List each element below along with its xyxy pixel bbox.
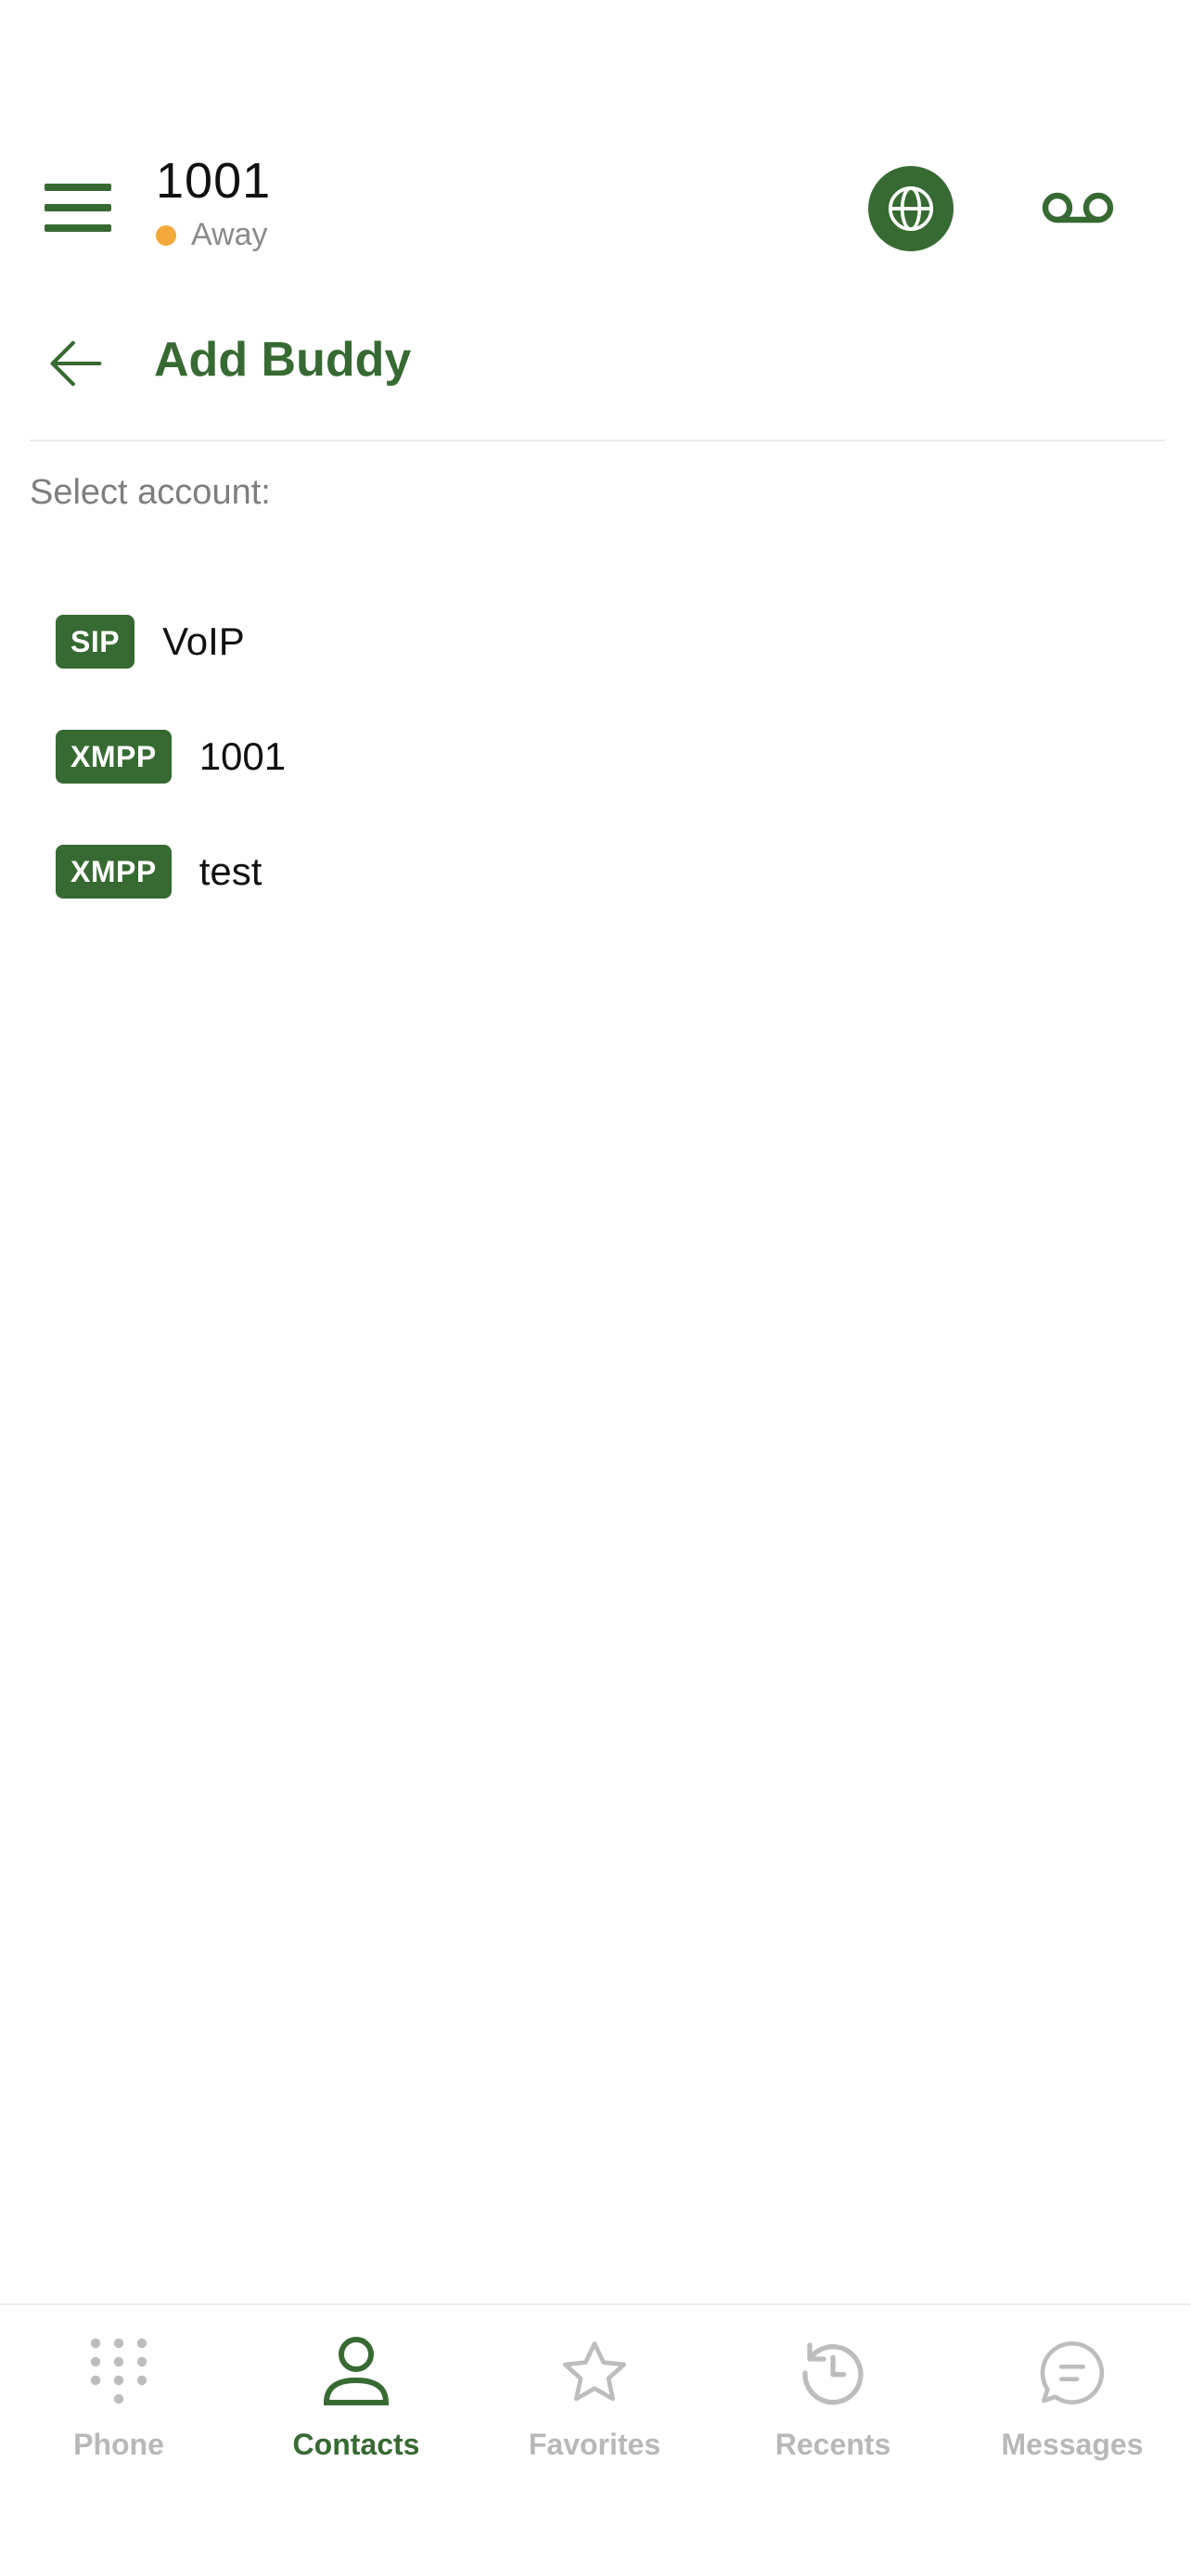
tab-label: Contacts (292, 2428, 420, 2461)
account-type-badge: XMPP (56, 845, 172, 899)
tab-messages[interactable]: Messages (954, 2331, 1191, 2480)
account-option-xmpp-test[interactable]: XMPP test (56, 814, 1150, 929)
tab-label: Recents (775, 2428, 891, 2461)
tab-recents[interactable]: Recents (714, 2331, 952, 2480)
account-name: 1001 (198, 734, 287, 778)
top-bar: 1001 Away (0, 139, 1191, 278)
history-icon (791, 2331, 875, 2415)
status-text: Away (191, 217, 268, 252)
account-type-badge: SIP (56, 615, 135, 669)
header-divider (30, 440, 1165, 441)
tab-favorites[interactable]: Favorites (476, 2331, 713, 2480)
dialpad-icon (77, 2331, 160, 2415)
tab-phone[interactable]: Phone (0, 2331, 237, 2480)
tab-label: Messages (1001, 2428, 1144, 2461)
arrow-left-icon[interactable] (41, 328, 111, 399)
person-icon (314, 2331, 398, 2415)
bottom-tab-bar: Phone Contacts Favorites Recents Message… (0, 2303, 1191, 2576)
account-name: VoIP (162, 619, 245, 663)
chat-bubble-icon (1031, 2331, 1114, 2415)
tab-label: Phone (73, 2428, 164, 2461)
account-option-xmpp-1001[interactable]: XMPP 1001 (56, 699, 1150, 814)
account-list: SIP VoIP XMPP 1001 XMPP test (56, 584, 1150, 929)
account-option-sip-voip[interactable]: SIP VoIP (56, 584, 1150, 699)
hamburger-icon[interactable] (39, 180, 113, 236)
app-screen: 1001 Away Add Buddy Select account: SIP … (0, 0, 1191, 2576)
account-name: test (198, 849, 263, 893)
account-title: 1001 (156, 153, 272, 209)
globe-icon[interactable] (868, 166, 954, 251)
tab-contacts[interactable]: Contacts (237, 2331, 475, 2480)
account-type-badge: XMPP (56, 730, 172, 784)
presence-status[interactable]: Away (156, 217, 268, 253)
away-status-dot (156, 224, 176, 246)
page-title: Add Buddy (154, 333, 412, 387)
select-account-label: Select account: (30, 473, 271, 512)
star-icon (553, 2331, 636, 2415)
voicemail-icon[interactable] (1039, 180, 1117, 236)
tab-label: Favorites (528, 2428, 661, 2461)
